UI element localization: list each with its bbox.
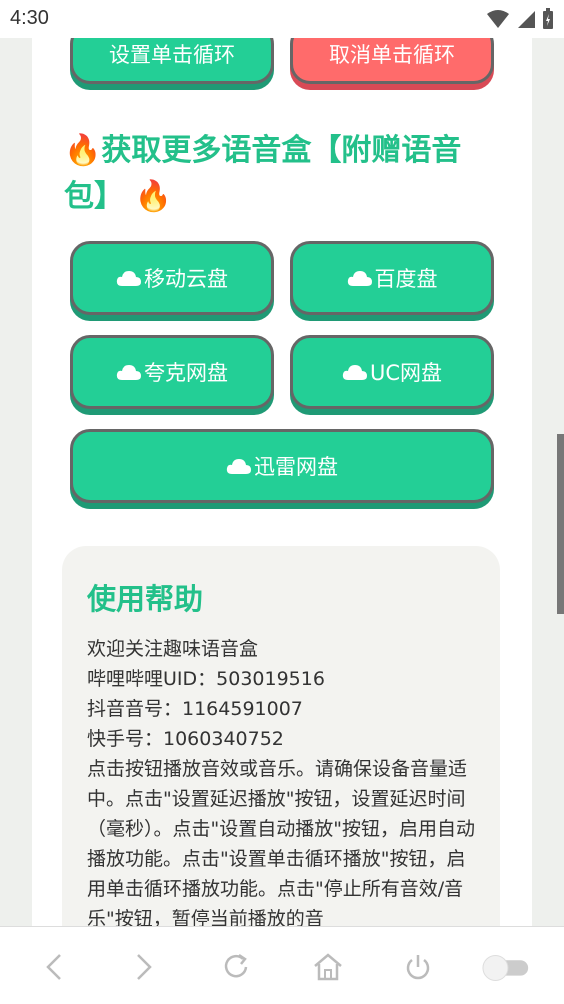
help-panel: 使用帮助 欢迎关注趣味语音盒 哔哩哔哩UID：503019516 抖音音号：11… [62, 546, 500, 926]
download-xunlei-button[interactable]: 迅雷网盘 [70, 429, 494, 503]
wifi-icon [487, 10, 509, 28]
download-baidu-button[interactable]: 百度盘 [290, 241, 494, 315]
cancel-loop-button[interactable]: 取消单击循环 [290, 38, 494, 84]
status-bar: 4:30 [0, 0, 564, 38]
download-mobile-cloud-button[interactable]: 移动云盘 [70, 241, 274, 315]
section-title-text: 获取更多语音盒【附赠语音包】 [64, 133, 462, 214]
power-button[interactable] [400, 949, 436, 985]
browser-nav-bar [0, 926, 564, 1004]
page-content: 设置单击循环 取消单击循环 🔥获取更多语音盒【附赠语音包】 🔥 移动云盘 百度盘… [0, 38, 564, 926]
cloud-icon [116, 271, 141, 286]
forward-icon [137, 954, 152, 980]
help-line: 快手号：1060340752 [87, 728, 284, 750]
cancel-loop-label: 取消单击循环 [329, 43, 455, 67]
help-line: 哔哩哔哩UID：503019516 [87, 668, 325, 690]
forward-button[interactable] [126, 949, 162, 985]
help-line: 抖音音号：1164591007 [87, 698, 303, 720]
toggle-switch[interactable] [482, 949, 532, 985]
fire-icon: 🔥 [64, 133, 102, 168]
scrollbar-thumb[interactable] [557, 434, 564, 614]
cloud-icon [347, 271, 372, 286]
help-body: 点击按钮播放音效或音乐。请确保设备音量适中。点击"设置延迟播放"按钮，设置延迟时… [87, 758, 475, 926]
signal-icon [518, 11, 535, 28]
section-title: 🔥获取更多语音盒【附赠语音包】 🔥 [64, 128, 494, 220]
status-icons [486, 8, 554, 30]
power-icon [406, 955, 430, 980]
cloud-icon [116, 365, 141, 380]
set-loop-button[interactable]: 设置单击循环 [70, 38, 274, 84]
download-label: 移动云盘 [144, 267, 228, 291]
cloud-icon [226, 459, 251, 474]
help-content: 欢迎关注趣味语音盒 哔哩哔哩UID：503019516 抖音音号：1164591… [87, 634, 482, 926]
home-icon [314, 953, 342, 981]
cloud-icon [342, 365, 367, 380]
download-label: 迅雷网盘 [254, 455, 338, 479]
battery-icon [543, 8, 553, 29]
download-label: UC网盘 [369, 361, 443, 385]
home-button[interactable] [310, 949, 346, 985]
download-label: 百度盘 [374, 267, 438, 291]
status-time: 4:30 [10, 7, 49, 29]
set-loop-label: 设置单击循环 [109, 43, 235, 67]
fire-icon: 🔥 [134, 179, 172, 214]
toggle-icon [482, 954, 529, 981]
help-title: 使用帮助 [87, 582, 204, 616]
download-quark-button[interactable]: 夸克网盘 [70, 335, 274, 409]
help-line: 欢迎关注趣味语音盒 [87, 638, 259, 660]
download-uc-button[interactable]: UC网盘 [290, 335, 494, 409]
download-label: 夸克网盘 [144, 361, 228, 385]
reload-button[interactable] [218, 949, 254, 985]
back-icon [46, 954, 61, 980]
reload-icon [224, 953, 248, 978]
back-button[interactable] [36, 949, 72, 985]
